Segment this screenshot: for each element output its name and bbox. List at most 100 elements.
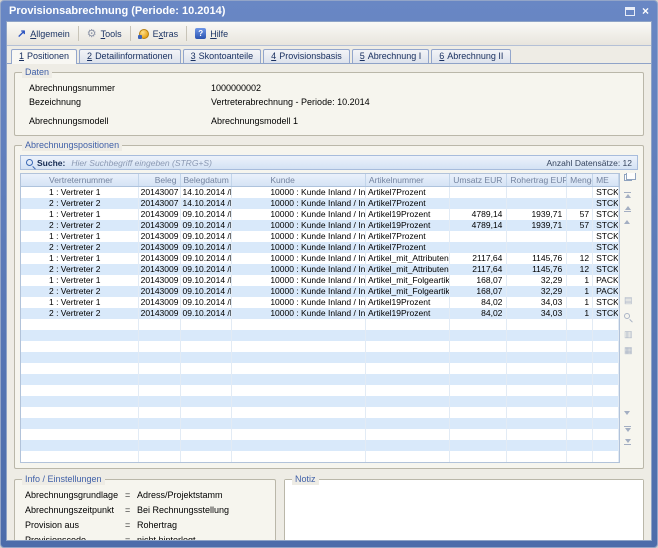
table-row[interactable]: 1 : Vertreter 12014300909.10.2014 /Do100… (21, 253, 619, 264)
search-label: Suche: (37, 158, 65, 168)
table-row-empty[interactable] (21, 385, 619, 396)
table-row[interactable]: 2 : Vertreter 22014300909.10.2014 /Do100… (21, 308, 619, 319)
equals-sign: = (125, 490, 137, 500)
abrechnungsmodell-value: Abrechnungsmodell 1 (211, 116, 298, 126)
tab-detailinformationen[interactable]: 2Detailinformationen (79, 49, 181, 63)
info-legend: Info / Einstellungen (22, 474, 105, 485)
provision-aus-label: Provision aus (25, 520, 125, 530)
tab-skontoanteile[interactable]: 3Skontoanteile (183, 49, 262, 63)
table-row[interactable]: 2 : Vertreter 22014300909.10.2014 /Do100… (21, 242, 619, 253)
table-row-empty[interactable] (21, 352, 619, 363)
bezeichnung-value: Vertreterabrechnung - Periode: 10.2014 (211, 97, 370, 107)
table-row-empty[interactable] (21, 363, 619, 374)
notiz-textarea[interactable] (285, 480, 643, 540)
abrechnungsgrundlage-value: Adress/Projektstamm (137, 490, 223, 500)
search-bar[interactable]: Suche: Hier Suchbegriff eingeben (STRG+S… (20, 155, 638, 170)
col-menge[interactable]: Menge (567, 174, 593, 186)
table-row-empty[interactable] (21, 440, 619, 451)
tab-strip: 1Positionen 2Detailinformationen 3Skonto… (7, 46, 651, 64)
abrechnungszeitpunkt-value: Bei Rechnungsstellung (137, 505, 229, 515)
page-down-icon[interactable] (624, 425, 631, 432)
table-row-empty[interactable] (21, 374, 619, 385)
col-me[interactable]: ME (593, 174, 619, 186)
arrow-up-right-icon: ↗ (17, 27, 26, 40)
table-row-empty[interactable] (21, 407, 619, 418)
step-up-icon[interactable] (624, 220, 630, 224)
table-row[interactable]: 1 : Vertreter 12014300909.10.2014 /Do100… (21, 275, 619, 286)
equals-sign: = (125, 520, 137, 530)
page-up-icon[interactable] (624, 206, 631, 213)
tab-provisionsbasis[interactable]: 4Provisionsbasis (263, 49, 350, 63)
menu-tools[interactable]: ⚙ Tools (79, 22, 130, 45)
table-row-empty[interactable] (21, 451, 619, 462)
search-icon (26, 159, 33, 166)
col-vertreternummer[interactable]: Vertreternummer (21, 174, 139, 186)
help-icon: ? (195, 28, 206, 39)
table-row[interactable]: 2 : Vertreter 22014300714.10.2014 /Di100… (21, 198, 619, 209)
record-count: Anzahl Datensätze: 12 (546, 158, 632, 168)
notiz-groupbox: Notiz (284, 479, 644, 540)
abrechnungsgrundlage-label: Abrechnungsgrundlage (25, 490, 125, 500)
equals-sign: = (125, 535, 137, 540)
title-bar: Provisionsabrechnung (Periode: 10.2014) … (6, 1, 652, 21)
detail-view-icon[interactable]: ▤ (624, 295, 633, 305)
abrechnungspositionen-groupbox: Abrechnungspositionen Suche: Hier Suchbe… (14, 145, 644, 469)
bezeichnung-label: Bezeichnung (29, 97, 211, 107)
provisionscode-label: Provisionscode verwenden (25, 535, 125, 540)
abrechnungsmodell-label: Abrechnungsmodell (29, 116, 211, 126)
field-chooser-icon[interactable]: ▥ (624, 329, 633, 339)
menu-hilfe[interactable]: ? Hilfe (187, 22, 236, 45)
table-row-empty[interactable] (21, 330, 619, 341)
table-row[interactable]: 2 : Vertreter 22014300909.10.2014 /Do100… (21, 264, 619, 275)
abrechnungsnummer-value: 1000000002 (211, 83, 261, 93)
col-belegdatum[interactable]: Belegdatum (181, 174, 233, 186)
step-down-icon[interactable] (624, 411, 630, 415)
table-row[interactable]: 2 : Vertreter 22014300909.10.2014 /Do100… (21, 220, 619, 231)
col-beleg[interactable]: Beleg (139, 174, 181, 186)
close-icon[interactable]: × (642, 6, 649, 16)
app-window: Provisionsabrechnung (Periode: 10.2014) … (0, 0, 658, 548)
table-row[interactable]: 1 : Vertreter 12014300909.10.2014 /Do100… (21, 209, 619, 220)
daten-groupbox: Daten Abrechnungsnummer 1000000002 Bezei… (14, 72, 644, 136)
gear-icon: ⚙ (87, 27, 97, 40)
restore-icon[interactable] (625, 7, 635, 16)
table-row-empty[interactable] (21, 341, 619, 352)
col-kunde[interactable]: Kunde (232, 174, 366, 186)
provision-aus-value: Rohertrag (137, 520, 177, 530)
menu-allgemein[interactable]: ↗ Allgemein (9, 22, 78, 45)
tab-abrechnung-2[interactable]: 6Abrechnung II (431, 49, 511, 63)
menu-bar: ↗ Allgemein ⚙ Tools Extras ? Hilfe (7, 22, 651, 46)
table-side-toolbar: ▤ ▥ ▦ (622, 173, 638, 463)
table-row-empty[interactable] (21, 429, 619, 440)
col-umsatz[interactable]: Umsatz EUR (450, 174, 508, 186)
table-row-empty[interactable] (21, 319, 619, 330)
abrechnungsnummer-label: Abrechnungsnummer (29, 83, 211, 93)
menu-extras[interactable]: Extras (131, 22, 187, 45)
zoom-icon[interactable] (624, 311, 630, 321)
extras-icon (139, 29, 149, 39)
table-row[interactable]: 1 : Vertreter 12014300909.10.2014 /Do100… (21, 231, 619, 242)
tab-positionen[interactable]: 1Positionen (11, 49, 77, 64)
window-title: Provisionsabrechnung (Periode: 10.2014) (9, 5, 625, 17)
table-row[interactable]: 1 : Vertreter 12014300714.10.2014 /Di100… (21, 187, 619, 198)
scroll-to-bottom-icon[interactable] (624, 439, 631, 446)
filter-icon[interactable]: ▦ (624, 345, 633, 355)
notiz-legend: Notiz (292, 474, 319, 485)
info-einstellungen-groupbox: Info / Einstellungen Abrechnungsgrundlag… (14, 479, 276, 540)
copy-grid-icon[interactable] (624, 174, 632, 181)
scroll-to-top-icon[interactable] (624, 191, 631, 198)
provisionscode-value: nicht hinterlegt (137, 535, 196, 540)
table-body: 1 : Vertreter 12014300714.10.2014 /Di100… (21, 187, 619, 462)
table-row-empty[interactable] (21, 418, 619, 429)
table-row[interactable]: 2 : Vertreter 22014300909.10.2014 /Do100… (21, 286, 619, 297)
daten-legend: Daten (22, 67, 52, 78)
tab-abrechnung-1[interactable]: 5Abrechnung I (352, 49, 430, 63)
equals-sign: = (125, 505, 137, 515)
search-input[interactable]: Hier Suchbegriff eingeben (STRG+S) (71, 158, 546, 168)
table-row-empty[interactable] (21, 396, 619, 407)
col-rohertrag[interactable]: Rohertrag EUR (507, 174, 567, 186)
table-header: Vertreternummer Beleg Belegdatum Kunde A… (21, 174, 619, 187)
positions-table: Vertreternummer Beleg Belegdatum Kunde A… (20, 173, 620, 463)
table-row[interactable]: 1 : Vertreter 12014300909.10.2014 /Do100… (21, 297, 619, 308)
col-artikelnummer[interactable]: Artikelnummer (366, 174, 450, 186)
